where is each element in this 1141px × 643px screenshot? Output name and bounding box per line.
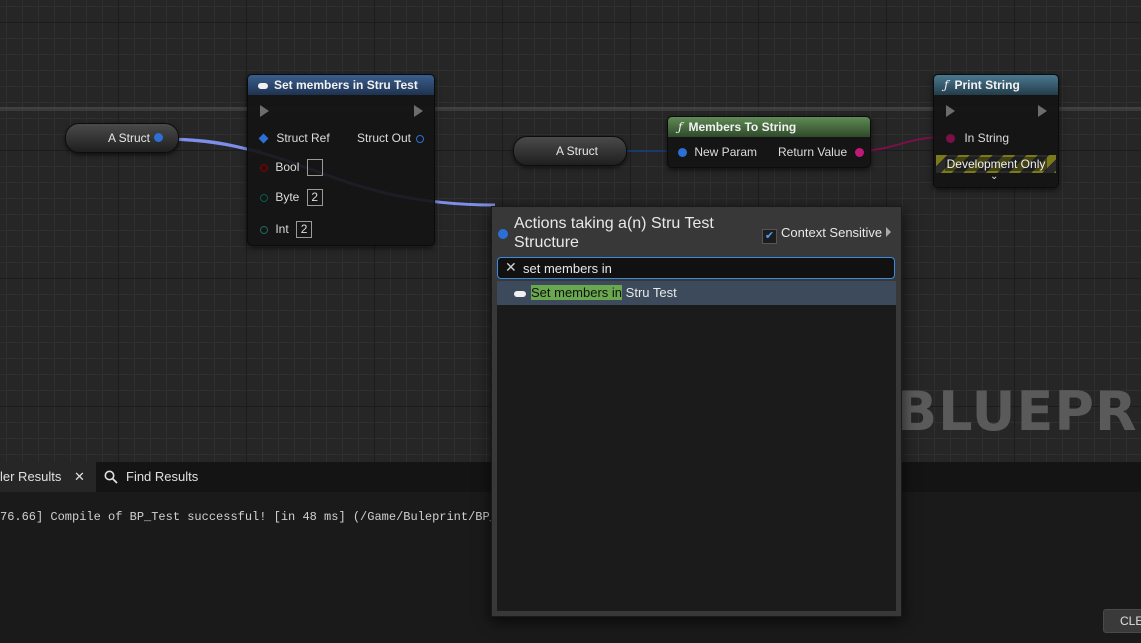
- pin-label: New Param: [694, 145, 758, 159]
- node-title: Set members in Stru Test: [274, 78, 418, 92]
- tab-label: ler Results: [0, 469, 62, 484]
- action-menu-title: Actions taking a(n) Stru Test Structure: [514, 215, 714, 251]
- byte-pin[interactable]: Byte 2: [260, 189, 323, 206]
- print-string-node[interactable]: ƒ Print String In String Development Only…: [933, 74, 1059, 188]
- node-header: Set members in Stru Test: [248, 75, 434, 95]
- pin-label: Byte: [275, 189, 300, 204]
- pin-label: Int: [275, 221, 289, 236]
- var-node-a-struct-2[interactable]: A Struct: [513, 136, 627, 166]
- chevron-down-icon[interactable]: ⌄: [990, 171, 998, 182]
- bool-dot-icon: [260, 163, 268, 172]
- exec-in-pin[interactable]: [260, 105, 269, 117]
- pin-label: Bool: [275, 159, 300, 174]
- node-title: Print String: [954, 78, 1020, 92]
- struct-ref-diamond-icon: [258, 133, 269, 144]
- int-value-field[interactable]: 2: [296, 221, 313, 238]
- list-item[interactable]: Set members in Stru Test: [497, 281, 896, 305]
- close-icon[interactable]: ✕: [74, 462, 85, 492]
- struct-dot-icon: [498, 229, 508, 239]
- action-results-list[interactable]: Set members in Stru Test: [497, 281, 896, 611]
- struct-ref-pin[interactable]: Struct Ref: [258, 131, 330, 145]
- pin-label: Return Value: [778, 145, 848, 159]
- string-dot-icon: [946, 134, 955, 144]
- struct-pill-icon: [514, 290, 526, 297]
- struct-pill-icon: [258, 82, 268, 89]
- chevron-right-icon: [886, 227, 892, 237]
- int-dot-icon: [260, 225, 268, 234]
- pin-label: Struct Out: [357, 131, 412, 145]
- function-icon: ƒ: [678, 120, 683, 134]
- members-to-string-node[interactable]: ƒ Members To String New Param Return Valu…: [667, 116, 871, 168]
- checkbox-checked-icon[interactable]: ✔: [762, 229, 777, 244]
- int-pin[interactable]: Int 2: [260, 221, 313, 238]
- action-search-box[interactable]: ✕: [497, 257, 895, 279]
- var-node-label: A Struct: [556, 144, 599, 158]
- node-title: Members To String: [688, 120, 797, 134]
- node-header: ƒ Print String: [934, 75, 1058, 95]
- action-menu: Actions taking a(n) Stru Test Structure …: [491, 206, 902, 617]
- pin-label: Struct Ref: [276, 131, 330, 145]
- search-icon: [104, 470, 118, 484]
- string-dot-icon: [854, 148, 864, 158]
- clear-search-icon[interactable]: ✕: [505, 259, 517, 276]
- bool-checkbox[interactable]: [306, 159, 323, 176]
- exec-out-pin[interactable]: [414, 105, 423, 117]
- var-node-a-struct[interactable]: A Struct: [65, 123, 179, 153]
- blueprint-watermark: BLUEPRIN: [896, 380, 1141, 443]
- action-search-input[interactable]: [523, 258, 883, 278]
- exec-in-pin[interactable]: [946, 105, 955, 117]
- context-sensitive-toggle[interactable]: ✔ Context Sensitive: [762, 225, 892, 244]
- struct-dot-icon: [678, 148, 687, 158]
- tab-find-results[interactable]: Find Results: [104, 462, 214, 492]
- pin-label: In String: [964, 131, 1010, 145]
- new-param-pin[interactable]: New Param: [678, 145, 757, 159]
- development-only-label: Development Only: [944, 157, 1048, 171]
- in-string-pin[interactable]: In String: [946, 131, 1009, 145]
- return-value-pin[interactable]: Return Value: [778, 145, 864, 159]
- node-header: ƒ Members To String: [668, 117, 870, 137]
- struct-output-pin[interactable]: [154, 133, 163, 142]
- clear-button[interactable]: CLE: [1103, 609, 1141, 633]
- set-members-node[interactable]: Set members in Stru Test Struct Ref Stru…: [247, 74, 435, 246]
- compile-log-line: 76.66] Compile of BP_Test successful! [i…: [0, 510, 512, 524]
- tab-compiler-results[interactable]: ler Results ✕: [0, 462, 96, 492]
- struct-out-pin[interactable]: Struct Out: [357, 131, 425, 145]
- bool-pin[interactable]: Bool: [260, 159, 323, 176]
- byte-value-field[interactable]: 2: [306, 189, 323, 206]
- context-sensitive-label: Context Sensitive: [781, 225, 883, 240]
- exec-out-pin[interactable]: [1038, 105, 1047, 117]
- match-highlight: Set members in: [531, 285, 623, 300]
- var-node-label: A Struct: [108, 131, 151, 145]
- struct-out-dot-icon: [416, 134, 425, 143]
- function-icon: ƒ: [944, 78, 949, 92]
- tab-label: Find Results: [126, 469, 199, 484]
- byte-dot-icon: [260, 193, 268, 202]
- result-rest-text: Stru Test: [622, 285, 677, 300]
